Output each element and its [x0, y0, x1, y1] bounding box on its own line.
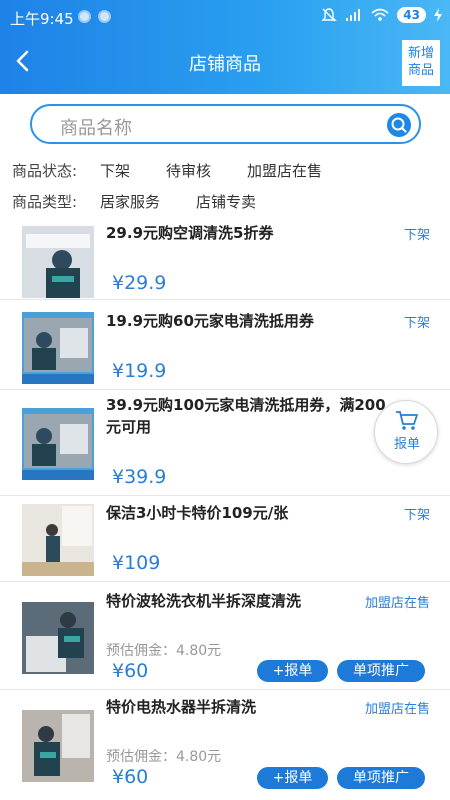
floating-report-button[interactable]: 报单	[374, 400, 438, 464]
status-bar: 上午9:45 43	[0, 0, 450, 32]
floating-report-label: 报单	[393, 437, 420, 452]
search-icon	[391, 117, 407, 133]
product-row[interactable]: 19.9元购60元家电清洗抵用券 下架 ¥19.9	[0, 304, 450, 390]
product-thumbnail	[22, 710, 94, 782]
product-status: 下架	[403, 508, 430, 523]
product-price: ¥29.9	[112, 272, 167, 294]
add-product-label-line1: 新增	[407, 46, 434, 61]
search-bar[interactable]: 商品名称	[30, 104, 421, 144]
product-price: ¥60	[112, 766, 149, 788]
notification-dot-icon	[78, 10, 91, 23]
product-name: 特价波轮洗衣机半拆深度清洗	[106, 592, 302, 610]
product-status: 下架	[403, 316, 430, 331]
add-report-button[interactable]: +报单	[257, 660, 328, 682]
product-name: 19.9元购60元家电清洗抵用券	[106, 312, 314, 330]
product-price: ¥39.9	[112, 466, 167, 488]
status-time: 上午9:45	[10, 10, 74, 28]
type-option-home-service[interactable]: 居家服务	[100, 191, 160, 212]
product-thumbnail	[22, 504, 94, 576]
product-price: ¥109	[112, 552, 161, 574]
product-price: ¥19.9	[112, 360, 167, 382]
status-option-franchise[interactable]: 加盟店在售	[247, 160, 322, 181]
product-name-line2: 元可用	[106, 418, 152, 436]
search-button[interactable]	[387, 113, 411, 137]
status-filter-row: 商品状态: 下架 待审核 加盟店在售	[12, 160, 358, 181]
status-option-pending[interactable]: 待审核	[166, 160, 211, 181]
add-report-button[interactable]: +报单	[257, 767, 328, 789]
commission-text: 预估佣金：4.80元	[106, 749, 222, 765]
product-thumbnail	[22, 408, 94, 480]
search-input[interactable]: 商品名称	[60, 114, 132, 140]
product-name-line1: 39.9元购100元家电清洗抵用券，满200	[106, 396, 386, 414]
product-price: ¥60	[112, 660, 149, 682]
promote-button[interactable]: 单项推广	[337, 660, 425, 682]
commission-text: 预估佣金：4.80元	[106, 643, 222, 659]
charging-icon	[434, 8, 442, 22]
status-option-offshelf[interactable]: 下架	[100, 160, 130, 181]
product-row[interactable]: 29.9元购空调清洗5折券 下架 ¥29.9	[0, 218, 450, 300]
signal-icon	[346, 9, 361, 21]
product-name: 29.9元购空调清洗5折券	[106, 224, 274, 242]
app-header: 上午9:45 43 店铺商品 新增 商品	[0, 0, 450, 94]
product-row[interactable]: 特价波轮洗衣机半拆深度清洗 加盟店在售 预估佣金：4.80元 ¥60 +报单 单…	[0, 584, 450, 690]
battery-level: 43	[397, 7, 426, 23]
notification-dot-icon	[98, 10, 111, 23]
product-status: 加盟店在售	[364, 596, 430, 611]
status-icons: 43	[321, 7, 442, 23]
product-thumbnail	[22, 226, 94, 298]
product-status: 下架	[403, 228, 430, 243]
product-name: 保洁3小时卡特价109元/张	[106, 504, 289, 522]
cart-icon	[396, 411, 418, 430]
type-filter-row: 商品类型: 居家服务 店铺专卖	[12, 191, 292, 212]
type-option-store[interactable]: 店铺专卖	[196, 191, 256, 212]
add-product-button[interactable]: 新增 商品	[402, 40, 440, 86]
product-name: 特价电热水器半拆清洗	[106, 698, 257, 716]
product-status: 加盟店在售	[364, 702, 430, 717]
product-row[interactable]: 特价电热水器半拆清洗 加盟店在售 预估佣金：4.80元 ¥60 +报单 单项推广	[0, 690, 450, 800]
page-title: 店铺商品	[189, 54, 261, 75]
product-row[interactable]: 保洁3小时卡特价109元/张 下架 ¥109	[0, 496, 450, 582]
mute-bell-icon	[321, 8, 337, 22]
add-product-label-line2: 商品	[407, 63, 434, 78]
type-filter-label: 商品类型:	[12, 193, 78, 211]
status-filter-label: 商品状态:	[12, 162, 78, 180]
product-thumbnail	[22, 312, 94, 384]
promote-button[interactable]: 单项推广	[337, 767, 425, 789]
wifi-icon	[371, 8, 389, 21]
product-thumbnail	[22, 602, 94, 674]
